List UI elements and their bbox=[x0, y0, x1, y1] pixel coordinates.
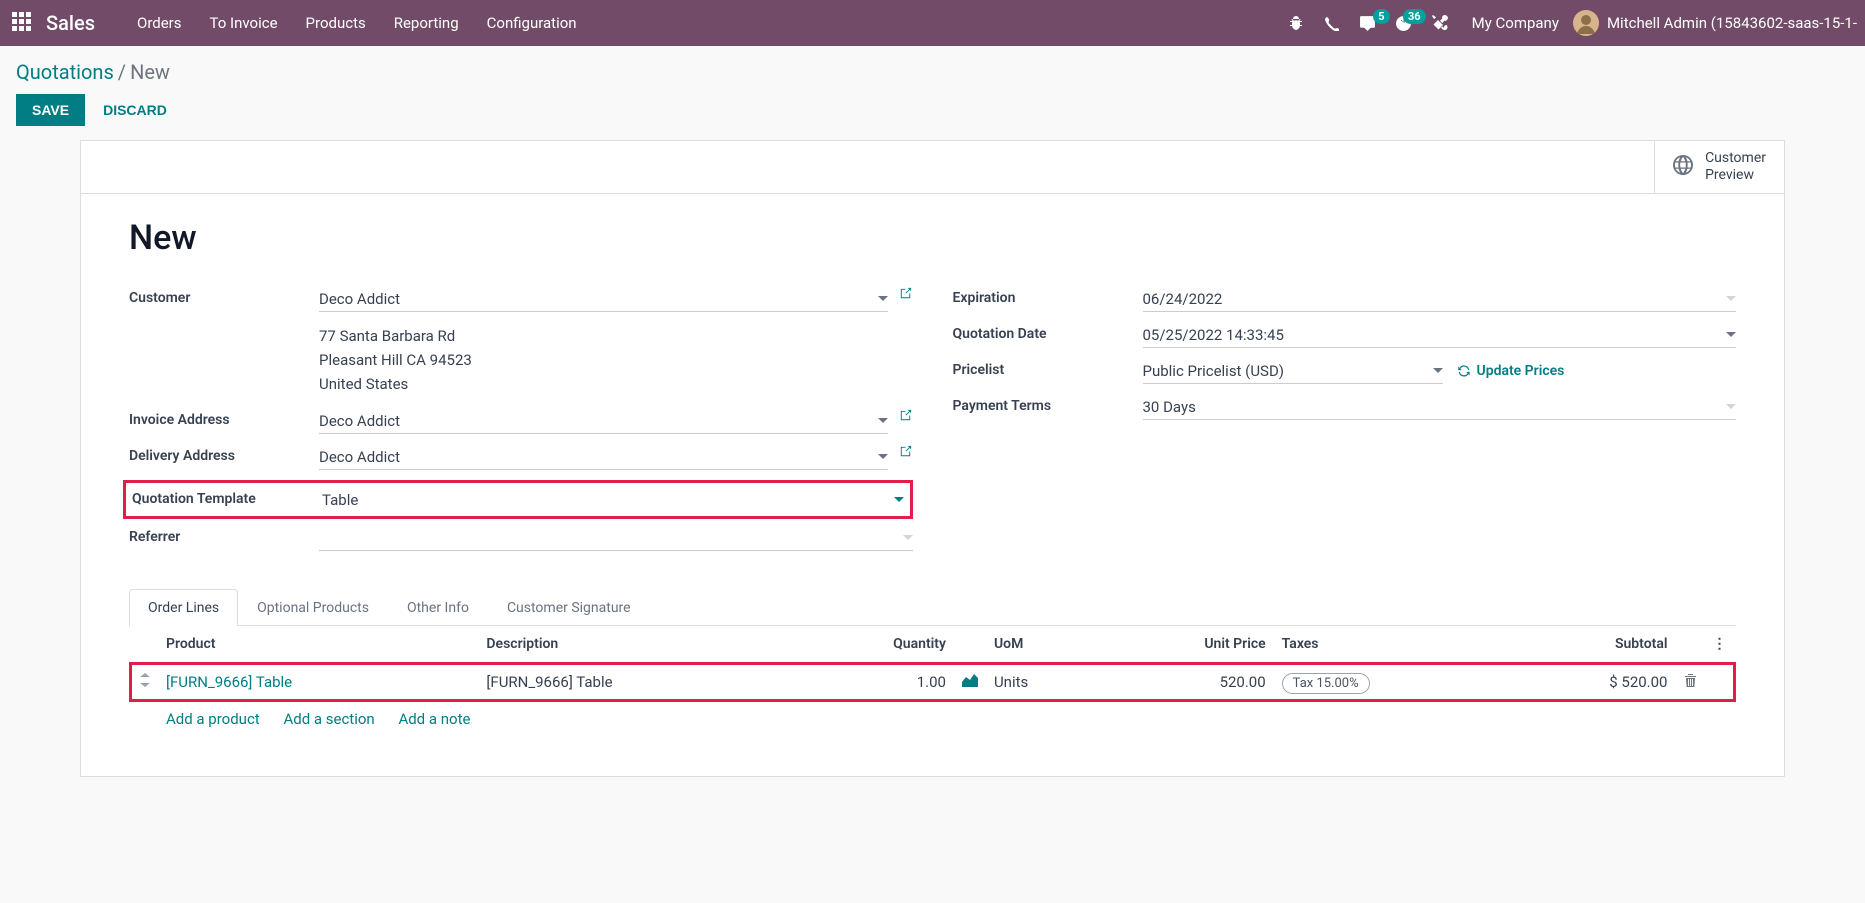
update-prices-button[interactable]: Update Prices bbox=[1457, 363, 1565, 379]
line-product[interactable]: [FURN_9666] Table bbox=[158, 664, 478, 701]
quotation-date-label: Quotation Date bbox=[953, 322, 1143, 342]
quotation-date-field[interactable]: 05/25/2022 14:33:45 bbox=[1143, 322, 1737, 348]
caret-down-icon[interactable] bbox=[1726, 398, 1736, 416]
col-product: Product bbox=[158, 626, 478, 664]
statusbar: CustomerPreview bbox=[80, 140, 1785, 194]
caret-down-icon[interactable] bbox=[903, 529, 913, 547]
menu-reporting[interactable]: Reporting bbox=[380, 14, 473, 32]
drag-handle-icon[interactable] bbox=[131, 664, 159, 701]
caret-down-icon[interactable] bbox=[878, 290, 888, 308]
payment-terms-field[interactable]: 30 Days bbox=[1143, 394, 1737, 420]
clock-badge: 36 bbox=[1403, 9, 1426, 24]
external-link-icon[interactable] bbox=[898, 286, 913, 305]
caret-down-icon[interactable] bbox=[894, 491, 904, 509]
page-title: New bbox=[129, 218, 1736, 258]
tab-customer-signature[interactable]: Customer Signature bbox=[488, 589, 650, 626]
line-uom[interactable]: Units bbox=[986, 664, 1099, 701]
tab-order-lines[interactable]: Order Lines bbox=[129, 589, 238, 626]
tab-other-info[interactable]: Other Info bbox=[388, 589, 488, 626]
company-selector[interactable]: My Company bbox=[1472, 14, 1559, 32]
caret-down-icon[interactable] bbox=[1726, 326, 1736, 344]
line-unit-price[interactable]: 520.00 bbox=[1099, 664, 1273, 701]
pricelist-field[interactable]: Public Pricelist (USD) bbox=[1143, 358, 1443, 384]
clock-icon[interactable]: 36 bbox=[1390, 15, 1418, 32]
save-button[interactable]: SAVE bbox=[16, 94, 85, 126]
app-brand[interactable]: Sales bbox=[46, 11, 95, 35]
payment-terms-label: Payment Terms bbox=[953, 394, 1143, 414]
customer-label: Customer bbox=[129, 286, 319, 306]
line-subtotal: $ 520.00 bbox=[1508, 664, 1675, 701]
invoice-address-field[interactable]: Deco Addict bbox=[319, 408, 888, 434]
delivery-address-label: Delivery Address bbox=[129, 444, 319, 464]
customer-field[interactable]: Deco Addict bbox=[319, 286, 888, 312]
external-link-icon[interactable] bbox=[898, 444, 913, 463]
chat-badge: 5 bbox=[1373, 9, 1389, 24]
referrer-label: Referrer bbox=[129, 525, 319, 545]
caret-down-icon[interactable] bbox=[878, 448, 888, 466]
col-subtotal: Subtotal bbox=[1508, 626, 1675, 664]
line-quantity[interactable]: 1.00 bbox=[799, 664, 954, 701]
tools-icon[interactable] bbox=[1426, 15, 1454, 31]
breadcrumb-root[interactable]: Quotations bbox=[16, 60, 114, 84]
phone-icon[interactable] bbox=[1318, 16, 1346, 31]
refresh-icon bbox=[1457, 364, 1471, 378]
expiration-label: Expiration bbox=[953, 286, 1143, 306]
line-description[interactable]: [FURN_9666] Table bbox=[478, 664, 798, 701]
col-taxes: Taxes bbox=[1274, 626, 1508, 664]
delivery-address-field[interactable]: Deco Addict bbox=[319, 444, 888, 470]
col-unit-price: Unit Price bbox=[1099, 626, 1273, 664]
invoice-address-label: Invoice Address bbox=[129, 408, 319, 428]
breadcrumb-current: New bbox=[130, 60, 170, 84]
referrer-field[interactable] bbox=[319, 525, 913, 551]
top-navbar: Sales Orders To Invoice Products Reporti… bbox=[0, 0, 1865, 46]
area-chart-icon[interactable] bbox=[954, 664, 986, 701]
quotation-template-field[interactable]: Table bbox=[322, 487, 904, 512]
external-link-icon[interactable] bbox=[898, 408, 913, 427]
breadcrumb: Quotations/New bbox=[0, 46, 1865, 94]
tabs: Order Lines Optional Products Other Info… bbox=[129, 589, 1736, 626]
username[interactable]: Mitchell Admin (15843602-saas-15-1- bbox=[1607, 14, 1857, 32]
add-section-link[interactable]: Add a section bbox=[283, 710, 374, 728]
apps-icon[interactable] bbox=[12, 12, 34, 34]
caret-down-icon[interactable] bbox=[1433, 362, 1443, 380]
tax-chip[interactable]: Tax 15.00% bbox=[1282, 673, 1370, 694]
quotation-template-row-highlight: Quotation Template Table bbox=[123, 480, 913, 519]
menu-orders[interactable]: Orders bbox=[123, 14, 196, 32]
add-note-link[interactable]: Add a note bbox=[398, 710, 470, 728]
order-line-row-highlight[interactable]: [FURN_9666] Table [FURN_9666] Table 1.00… bbox=[131, 664, 1735, 701]
delete-line-icon[interactable] bbox=[1676, 664, 1705, 701]
add-product-link[interactable]: Add a product bbox=[166, 710, 260, 728]
menu-configuration[interactable]: Configuration bbox=[473, 14, 591, 32]
expiration-field[interactable]: 06/24/2022 bbox=[1143, 286, 1737, 312]
menu-to-invoice[interactable]: To Invoice bbox=[196, 14, 292, 32]
discard-button[interactable]: DISCARD bbox=[103, 102, 167, 118]
customer-address: 77 Santa Barbara RdPleasant Hill CA 9452… bbox=[319, 322, 913, 402]
caret-down-icon[interactable] bbox=[1726, 290, 1736, 308]
menu-products[interactable]: Products bbox=[292, 14, 380, 32]
tab-optional-products[interactable]: Optional Products bbox=[238, 589, 388, 626]
bug-icon[interactable] bbox=[1282, 15, 1310, 31]
col-uom: UoM bbox=[986, 626, 1099, 664]
customer-preview-button[interactable]: CustomerPreview bbox=[1654, 141, 1784, 193]
columns-menu-icon[interactable]: ⋮ bbox=[1705, 626, 1735, 664]
col-quantity: Quantity bbox=[799, 626, 954, 664]
order-lines-table: Product Description Quantity UoM Unit Pr… bbox=[129, 626, 1736, 736]
chat-icon[interactable]: 5 bbox=[1354, 15, 1382, 32]
avatar[interactable] bbox=[1573, 10, 1599, 36]
pricelist-label: Pricelist bbox=[953, 358, 1143, 378]
globe-icon bbox=[1673, 155, 1693, 179]
caret-down-icon[interactable] bbox=[878, 412, 888, 430]
quotation-template-label: Quotation Template bbox=[132, 487, 322, 507]
col-description: Description bbox=[478, 626, 798, 664]
